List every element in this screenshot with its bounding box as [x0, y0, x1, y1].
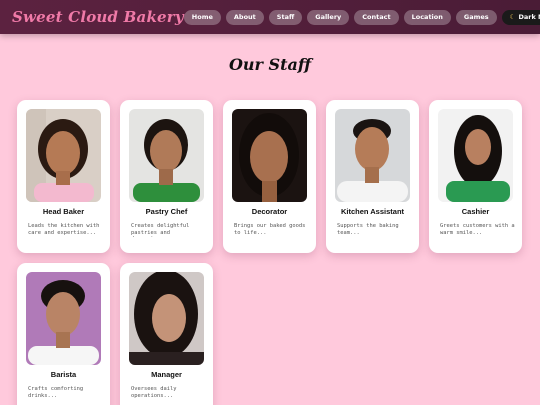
brand-logo[interactable]: Sweet Cloud Bakery [12, 8, 184, 26]
staff-role: Manager [151, 370, 182, 379]
staff-description: Leads the kitchen with care and expertis… [28, 223, 100, 236]
navbar: Sweet Cloud Bakery Home About Staff Gall… [0, 0, 540, 34]
staff-card[interactable]: Manager Oversees daily operations... [120, 263, 213, 405]
staff-photo [438, 109, 513, 202]
page-title: Our Staff [228, 55, 312, 74]
staff-photo [26, 109, 101, 202]
nav-contact-button[interactable]: Contact [354, 9, 399, 25]
staff-description: Oversees daily operations... [131, 386, 177, 399]
staff-description: Crafts comforting drinks... [28, 386, 84, 399]
nav-home-button[interactable]: Home [183, 9, 221, 25]
portrait-image [129, 109, 204, 202]
staff-photo [129, 109, 204, 202]
portrait-image [232, 109, 307, 202]
staff-role: Barista [50, 370, 77, 379]
staff-photo [129, 272, 204, 365]
staff-description: Greets customers with a warm smile... [440, 223, 515, 236]
staff-role: Cashier [461, 207, 490, 216]
staff-photo [232, 109, 307, 202]
staff-card[interactable]: Kitchen Assistant Supports the baking te… [326, 100, 419, 253]
staff-role: Pastry Chef [145, 207, 188, 216]
staff-description: Creates delightful pastries and desserts… [131, 223, 190, 237]
portrait-image [26, 272, 101, 365]
portrait-image [438, 109, 513, 202]
dark-mode-toggle[interactable]: ☾ Dark Mode [501, 9, 540, 25]
staff-card[interactable]: Decorator Brings our baked goods to life… [223, 100, 316, 253]
staff-card[interactable]: Pastry Chef Creates delightful pastries … [120, 100, 213, 253]
staff-card[interactable]: Barista Crafts comforting drinks... [17, 263, 110, 405]
staff-role: Kitchen Assistant [340, 207, 405, 216]
portrait-image [129, 272, 204, 365]
staff-card[interactable]: Head Baker Leads the kitchen with care a… [17, 100, 110, 253]
staff-description: Supports the baking team... [337, 223, 399, 236]
staff-card[interactable]: Cashier Greets customers with a warm smi… [429, 100, 522, 253]
staff-description: Brings our baked goods to life... [234, 223, 306, 236]
nav-links: Home About Staff Gallery Contact Locatio… [183, 9, 540, 25]
portrait-image [26, 109, 101, 202]
nav-staff-button[interactable]: Staff [268, 9, 303, 25]
nav-games-button[interactable]: Games [455, 9, 497, 25]
staff-role: Head Baker [42, 207, 85, 216]
staff-role: Decorator [251, 207, 288, 216]
moon-icon: ☾ [509, 13, 516, 21]
nav-gallery-button[interactable]: Gallery [307, 9, 350, 25]
portrait-image [335, 109, 410, 202]
dark-mode-label: Dark Mode [518, 13, 540, 21]
staff-photo [26, 272, 101, 365]
staff-photo [335, 109, 410, 202]
nav-location-button[interactable]: Location [403, 9, 451, 25]
nav-about-button[interactable]: About [225, 9, 264, 25]
